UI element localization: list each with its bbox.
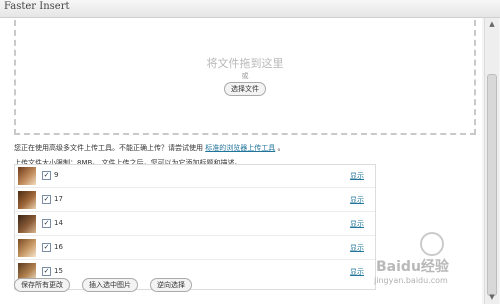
file-checkbox[interactable]: ✓ [42, 219, 51, 228]
show-link[interactable]: 显示 [350, 195, 364, 205]
show-link[interactable]: 显示 [350, 243, 364, 253]
content-panel: 将文件拖到这里 或 选择文件 您正在使用高级多文件上传工具。不能正确上传？请尝试… [0, 18, 482, 304]
file-thumbnail [18, 191, 36, 209]
scroll-up-icon[interactable]: ▲ [487, 19, 497, 29]
file-row: ✓ 15 显示 [15, 261, 375, 283]
uploader-note-end: 。 [277, 144, 285, 152]
scroll-thumb[interactable] [487, 74, 497, 296]
file-checkbox[interactable]: ✓ [42, 243, 51, 252]
show-link[interactable]: 显示 [350, 267, 364, 277]
file-name: 17 [54, 195, 63, 203]
faster-insert-window: Faster Insert 将文件拖到这里 或 选择文件 您正在使用高级多文件上… [0, 0, 500, 304]
uploader-note-text: 您正在使用高级多文件上传工具。不能正确上传？请尝试使用 [14, 144, 203, 152]
uploader-note: 您正在使用高级多文件上传工具。不能正确上传？请尝试使用 标准的浏览器上传工具 。 [14, 143, 284, 153]
select-files-button[interactable]: 选择文件 [224, 82, 266, 96]
insert-selected-images-button[interactable]: 插入选中图片 [82, 278, 138, 292]
browser-uploader-link[interactable]: 标准的浏览器上传工具 [205, 144, 275, 152]
drop-zone[interactable]: 将文件拖到这里 或 选择文件 [14, 20, 476, 135]
invert-selection-button[interactable]: 逆向选择 [150, 278, 192, 292]
file-thumbnail [18, 239, 36, 257]
file-row: ✓ 16 显示 [15, 237, 375, 260]
uploaded-files-list: ✓ 9 显示 ✓ 17 显示 ✓ 14 显示 ✓ 16 显示 ✓ 15 显示 [14, 164, 376, 290]
vertical-scrollbar[interactable]: ▲ ▼ [484, 18, 499, 304]
save-all-changes-button[interactable]: 保存所有更改 [14, 278, 70, 292]
paw-logo-icon [420, 232, 444, 256]
window-title: Faster Insert [4, 1, 70, 12]
file-row: ✓ 9 显示 [15, 165, 375, 188]
file-thumbnail [18, 167, 36, 185]
file-name: 14 [54, 219, 63, 227]
title-bar: Faster Insert [0, 0, 500, 18]
watermark-text: Baidu经验 [376, 259, 449, 275]
drop-zone-title: 将文件拖到这里 [206, 57, 284, 70]
baidu-watermark: Baidu经验 jingyan.baidu.com [372, 232, 484, 296]
show-link[interactable]: 显示 [350, 219, 364, 229]
file-thumbnail [18, 215, 36, 233]
drop-zone-or: 或 [241, 72, 249, 80]
scroll-down-icon[interactable]: ▼ [487, 292, 497, 302]
show-link[interactable]: 显示 [350, 171, 364, 181]
file-checkbox[interactable]: ✓ [42, 195, 51, 204]
file-row: ✓ 17 显示 [15, 189, 375, 212]
watermark-url: jingyan.baidu.com [374, 276, 448, 285]
file-checkbox[interactable]: ✓ [42, 267, 51, 276]
file-name: 16 [54, 243, 63, 251]
file-name: 15 [54, 267, 63, 275]
file-checkbox[interactable]: ✓ [42, 171, 51, 180]
file-row: ✓ 14 显示 [15, 213, 375, 236]
file-name: 9 [54, 171, 59, 179]
